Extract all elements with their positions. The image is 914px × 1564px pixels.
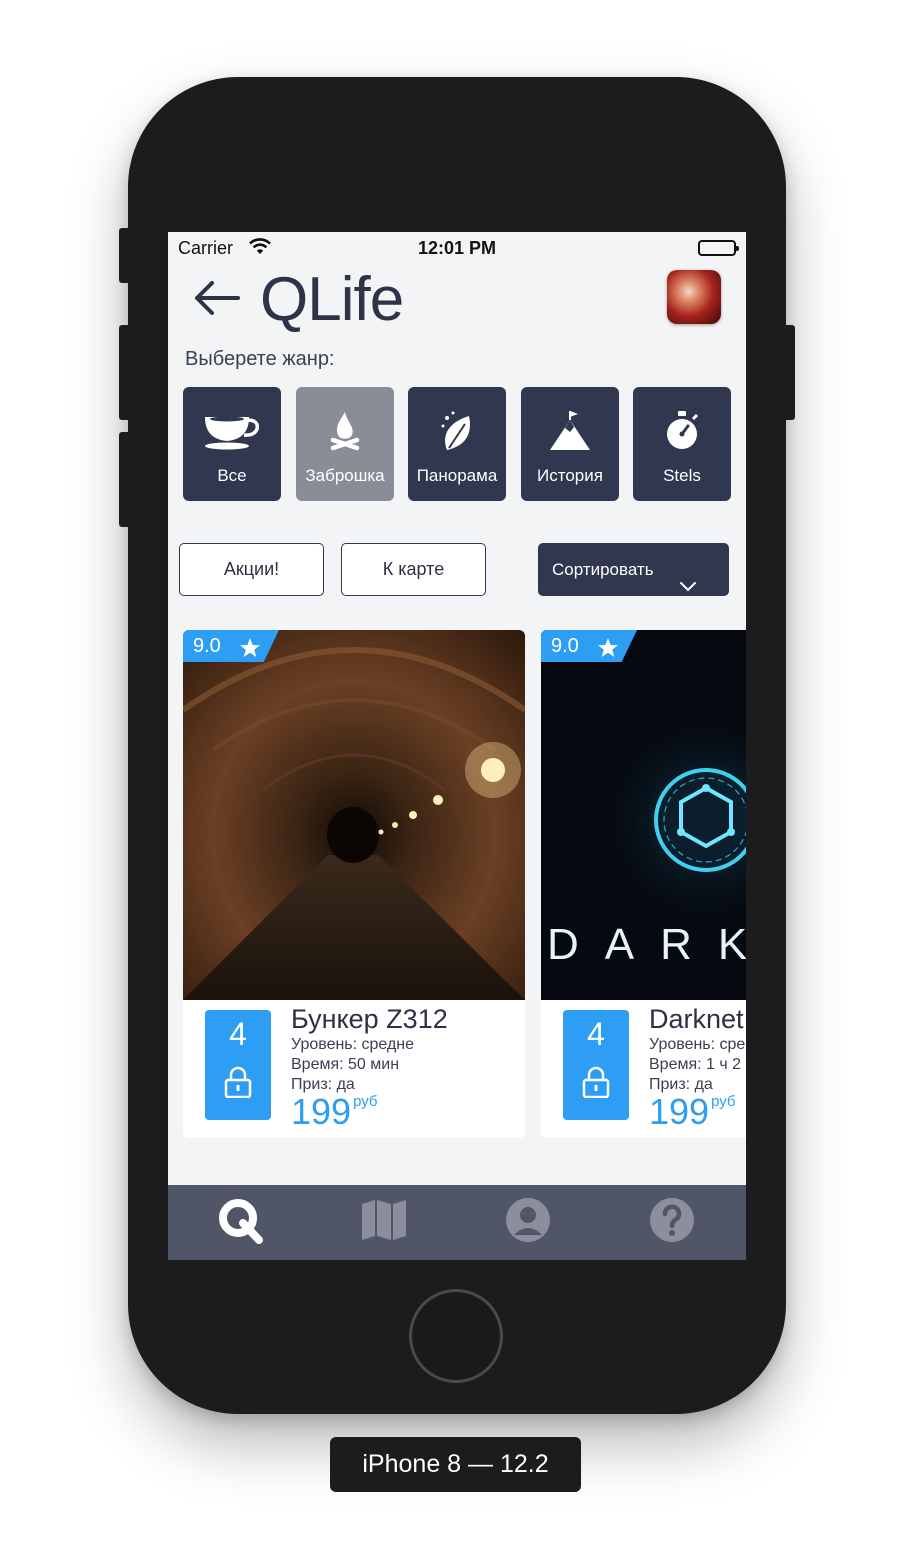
lock-icon (582, 1066, 610, 1103)
quest-card-bunker[interactable]: 9.0 4 Бункер Z312 Уровень: средне Время:… (183, 630, 525, 1138)
map-button[interactable]: К карте (341, 543, 486, 596)
quest-time: Время: 50 мин (291, 1056, 400, 1073)
players-badge: 4 (563, 1010, 629, 1120)
quest-carousel[interactable]: 9.0 4 Бункер Z312 Уровень: средне Время:… (183, 630, 746, 1140)
coffee-cup-icon (183, 407, 281, 455)
rating-badge: 9.0 (541, 630, 637, 662)
players-badge: 4 (205, 1010, 271, 1120)
app-title: QLife (260, 265, 404, 334)
genre-label: Заброшка (305, 466, 385, 485)
home-button[interactable] (409, 1289, 503, 1383)
players-count: 4 (229, 1016, 247, 1052)
status-time: 12:01 PM (417, 238, 497, 258)
genre-filter: Все Заброшка Панорама История Stels (183, 387, 733, 501)
help-icon (649, 1197, 695, 1248)
app-screen: Carrier 12:01 PM QLife Выберете жанр: Вс… (168, 232, 746, 1260)
poster-title: DARK (547, 920, 746, 969)
price-currency: руб (353, 1093, 378, 1110)
mute-switch (119, 228, 131, 283)
sort-label: Сортировать (552, 560, 654, 579)
players-count: 4 (587, 1016, 605, 1052)
promo-button[interactable]: Акции! (179, 543, 324, 596)
rating-badge: 9.0 (183, 630, 279, 662)
back-arrow-icon[interactable] (192, 278, 242, 318)
genre-panorama[interactable]: Панорама (408, 387, 506, 501)
app-header: QLife (168, 264, 746, 338)
genre-history[interactable]: История (521, 387, 619, 501)
quest-name: Бункер Z312 (291, 1004, 448, 1034)
tab-map[interactable] (312, 1185, 456, 1260)
q-logo-icon (215, 1195, 265, 1250)
tab-quests[interactable] (168, 1185, 312, 1260)
tab-profile[interactable] (456, 1185, 600, 1260)
map-icon (360, 1198, 408, 1247)
genre-label: Stels (663, 466, 701, 485)
stopwatch-icon (633, 407, 731, 455)
lock-icon (224, 1066, 252, 1103)
price-currency: руб (711, 1093, 736, 1110)
chevron-down-icon (679, 561, 697, 614)
quest-photo-darknet: DARK 9.0 (541, 630, 746, 1000)
quest-card-darknet[interactable]: DARK 9.0 4 Darknet Уровень: сре Время: 1… (541, 630, 746, 1138)
quest-level: Уровень: средне (291, 1036, 415, 1053)
mountain-flag-icon (521, 407, 619, 455)
genre-label: История (537, 466, 603, 485)
rating-value: 9.0 (551, 635, 579, 657)
genre-label: Все (217, 466, 247, 485)
quest-info: Бункер Z312 Уровень: средне Время: 50 ми… (291, 1004, 525, 1133)
genre-zabroshka[interactable]: Заброшка (296, 387, 394, 501)
quest-name: Darknet (649, 1004, 744, 1034)
leaf-icon (408, 407, 506, 455)
quest-photo-tunnel: 9.0 (183, 630, 525, 1000)
quest-level: Уровень: сре (649, 1036, 746, 1053)
battery-icon (698, 240, 739, 256)
device-caption: iPhone 8 — 12.2 (330, 1437, 581, 1492)
status-bar: Carrier 12:01 PM (168, 232, 746, 264)
tab-bar (168, 1185, 746, 1260)
volume-down-button (119, 432, 131, 527)
profile-icon (505, 1197, 551, 1248)
genre-prompt: Выберете жанр: (185, 348, 335, 370)
rating-value: 9.0 (193, 635, 221, 657)
quest-time: Время: 1 ч 2 (649, 1056, 742, 1073)
genre-all[interactable]: Все (183, 387, 281, 501)
quest-price: 199 руб (649, 1091, 736, 1132)
user-avatar[interactable] (667, 270, 721, 324)
campfire-icon (296, 407, 394, 455)
tab-help[interactable] (600, 1185, 744, 1260)
genre-label: Панорама (416, 466, 498, 485)
quest-info: Darknet Уровень: сре Время: 1 ч 2 Приз: … (649, 1004, 746, 1133)
genre-stels[interactable]: Stels (633, 387, 731, 501)
volume-up-button (119, 325, 131, 420)
power-button (783, 325, 795, 420)
sort-dropdown[interactable]: Сортировать (538, 543, 729, 596)
quest-price: 199 руб (291, 1091, 378, 1132)
